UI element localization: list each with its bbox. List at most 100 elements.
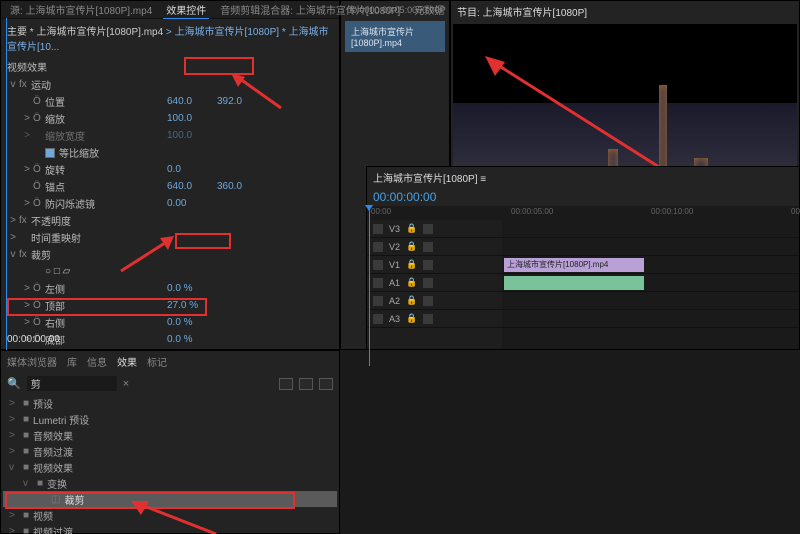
expand-icon[interactable]: > [9, 430, 19, 441]
effect-folder-item[interactable]: ◫裁剪 [3, 491, 337, 507]
panel-timecode[interactable]: 00:00:00:00 [7, 334, 60, 345]
expand-toggle[interactable]: > [7, 232, 19, 243]
property-value[interactable]: 640.0 [167, 96, 217, 107]
effect-folder-item[interactable]: >■音频过渡 [3, 443, 337, 459]
keyframe-icon[interactable]: Ö [33, 96, 45, 107]
expand-toggle[interactable]: > [21, 198, 33, 209]
track-toggle[interactable] [423, 242, 433, 252]
effect-row[interactable]: >Ö防闪烁滤镜0.00 [1, 195, 339, 212]
keyframe-icon[interactable]: fx [19, 79, 31, 90]
keyframe-icon[interactable]: Ö [33, 317, 45, 328]
keyframe-icon[interactable]: Ö [33, 283, 45, 294]
effect-row[interactable]: >fx不透明度 [1, 212, 339, 229]
track-lock-icon[interactable]: 🔒 [406, 223, 417, 234]
expand-toggle[interactable]: > [21, 317, 33, 328]
preset-box[interactable] [319, 378, 333, 390]
track-toggle[interactable] [423, 314, 433, 324]
keyframe-icon[interactable]: Ö [33, 181, 45, 192]
audio-track-lane[interactable] [502, 292, 799, 310]
tab-effect-controls[interactable]: 效果控件 [163, 1, 209, 19]
audio-track-lane[interactable] [502, 310, 799, 328]
audio-track-lane[interactable] [502, 274, 799, 292]
browser-tab[interactable]: 标记 [147, 354, 167, 369]
sequence-title[interactable]: 上海城市宣传片[1080P] [373, 174, 477, 185]
checkbox[interactable] [45, 148, 55, 158]
video-clip[interactable]: 上海城市宣传片[1080P].mp4 [504, 258, 644, 272]
track-lock-icon[interactable]: 🔒 [406, 295, 417, 306]
timeline-timecode[interactable]: 00:00:00:00 [367, 188, 799, 206]
expand-icon[interactable]: > [9, 526, 19, 534]
keyframe-icon[interactable]: Ö [33, 300, 45, 311]
track-toggle[interactable] [373, 278, 383, 288]
track-toggle[interactable] [423, 296, 433, 306]
effect-row[interactable]: >Ö旋转0.0 [1, 161, 339, 178]
expand-icon[interactable]: v [23, 478, 33, 489]
track-lock-icon[interactable]: 🔒 [406, 259, 417, 270]
track-lock-icon[interactable]: 🔒 [406, 277, 417, 288]
expand-toggle[interactable]: > [21, 113, 33, 124]
video-track-lane[interactable]: 上海城市宣传片[1080P].mp4 [502, 256, 799, 274]
property-value[interactable]: 640.0 [167, 181, 217, 192]
effect-folder-item[interactable]: >■预设 [3, 395, 337, 411]
audio-clip[interactable] [504, 276, 644, 290]
property-value[interactable]: 100.0 [167, 130, 217, 141]
keyframe-icon[interactable]: Ö [33, 164, 45, 175]
video-track-header[interactable]: V3🔒 [367, 220, 502, 238]
expand-icon[interactable]: > [9, 398, 19, 409]
track-toggle[interactable] [373, 242, 383, 252]
effect-folder-item[interactable]: v■变换 [3, 475, 337, 491]
effect-row[interactable]: Ö位置640.0392.0 [1, 93, 339, 110]
expand-icon[interactable]: v [9, 462, 19, 473]
keyframe-icon[interactable]: Ö [33, 113, 45, 124]
expand-toggle[interactable]: > [21, 130, 33, 141]
track-toggle[interactable] [373, 260, 383, 270]
timeline-playhead[interactable] [369, 206, 370, 366]
track-toggle[interactable] [423, 278, 433, 288]
effect-row[interactable]: >缩放宽度100.0 [1, 127, 339, 144]
track-lock-icon[interactable]: 🔒 [406, 313, 417, 324]
effect-row[interactable]: ○ □ ▱ [1, 263, 339, 280]
effect-row[interactable]: >Ö顶部27.0 % [1, 297, 339, 314]
mini-seq-clip[interactable]: 上海城市宣传片[1080P].mp4 [345, 21, 445, 52]
video-track-header[interactable]: V1🔒 [367, 256, 502, 274]
expand-icon[interactable]: > [9, 510, 19, 521]
track-toggle[interactable] [423, 224, 433, 234]
property-value[interactable]: 100.0 [167, 113, 217, 124]
expand-icon[interactable]: > [9, 446, 19, 457]
track-toggle[interactable] [373, 296, 383, 306]
effect-folder-item[interactable]: >■视频 [3, 507, 337, 523]
track-toggle[interactable] [373, 224, 383, 234]
browser-tab[interactable]: 库 [67, 354, 77, 369]
expand-toggle[interactable]: > [21, 300, 33, 311]
expand-toggle[interactable]: > [21, 164, 33, 175]
timeline-ruler[interactable]: 00:0000:00:05:0000:00:10:0000:00:15:00 [367, 206, 799, 220]
expand-toggle[interactable]: v [7, 249, 19, 260]
property-value[interactable]: 27.0 % [167, 300, 217, 311]
tab-audio-mixer[interactable]: 音频剪辑混合器: 上海城市宣传片[1080P] [217, 1, 403, 18]
effect-row[interactable]: >Ö左侧0.0 % [1, 280, 339, 297]
expand-toggle[interactable]: > [21, 283, 33, 294]
audio-track-header[interactable]: A1🔒 [367, 274, 502, 292]
audio-track-header[interactable]: A2🔒 [367, 292, 502, 310]
property-value[interactable]: 0.0 % [167, 283, 217, 294]
effect-row[interactable]: >Ö右侧0.0 % [1, 314, 339, 331]
property-value[interactable]: 0.0 % [167, 334, 217, 345]
effect-row[interactable]: >Ö缩放100.0 [1, 110, 339, 127]
video-track-lane[interactable] [502, 220, 799, 238]
effect-folder-item[interactable]: v■视频效果 [3, 459, 337, 475]
property-value[interactable]: 360.0 [217, 181, 267, 192]
effect-row[interactable]: vfx裁剪 [1, 246, 339, 263]
keyframe-icon[interactable]: Ö [33, 198, 45, 209]
effect-row[interactable]: vfx运动 [1, 76, 339, 93]
video-track-header[interactable]: V2🔒 [367, 238, 502, 256]
tab-source[interactable]: 源: 上海城市宣传片[1080P].mp4 [7, 1, 155, 18]
property-value[interactable]: 0.00 [167, 198, 217, 209]
expand-icon[interactable]: > [9, 414, 19, 425]
effect-row[interactable]: >时间重映射 [1, 229, 339, 246]
effect-folder-item[interactable]: >■Lumetri 预设 [3, 411, 337, 427]
clear-search-icon[interactable]: × [123, 378, 129, 390]
preset-box[interactable] [279, 378, 293, 390]
search-input[interactable] [27, 376, 117, 391]
tab-metadata[interactable]: 元数据 [411, 1, 447, 18]
effect-folder-item[interactable]: >■音频效果 [3, 427, 337, 443]
